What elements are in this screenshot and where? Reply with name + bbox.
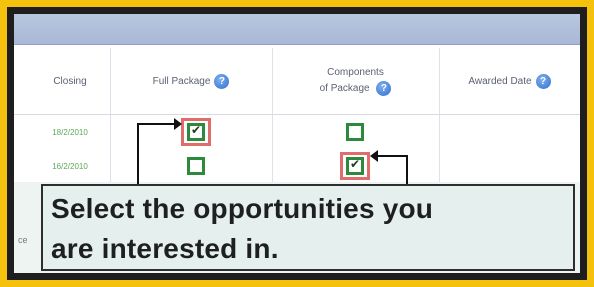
column-header-closing[interactable]: Closing [30, 48, 110, 114]
help-icon[interactable]: ? [214, 73, 230, 89]
annotation-arrow-shaft [137, 123, 177, 125]
arrow-left-icon [370, 150, 378, 162]
column-header-full-package[interactable]: Full Package ? [110, 48, 272, 114]
callout-line-1: Select the opportunities you [51, 193, 434, 224]
callout-line-2: are interested in. [51, 233, 279, 264]
annotation-arrow-shaft [137, 123, 139, 186]
truncated-label: ce [18, 235, 28, 245]
column-header-components-line2: of Package [319, 82, 370, 94]
table-row: 16/2/2010 [14, 149, 580, 184]
instruction-callout: Select the opportunities you are interes… [41, 184, 575, 271]
column-header-full-package-label: Full Package [152, 75, 211, 87]
column-header-components-line1: Components [327, 66, 384, 78]
annotation-arrow-shaft [376, 155, 408, 157]
arrow-right-icon [174, 118, 182, 130]
full-package-checkbox[interactable] [187, 123, 205, 141]
components-checkbox[interactable] [346, 123, 364, 141]
table-header-row: Closing Full Package ? Components of Pac… [14, 48, 580, 115]
closing-date: 16/2/2010 [52, 161, 88, 171]
help-icon[interactable]: ? [535, 73, 551, 89]
column-header-closing-label: Closing [53, 75, 87, 87]
annotation-arrow-shaft [406, 155, 408, 186]
table-title-bar [14, 14, 580, 45]
help-icon[interactable]: ? [376, 80, 392, 96]
components-checkbox[interactable] [346, 157, 364, 175]
closing-date: 18/2/2010 [52, 127, 88, 137]
table-row: 18/2/2010 [14, 115, 580, 150]
column-header-components-of-package[interactable]: Components of Package ? [272, 48, 439, 114]
column-header-awarded-date-label: Awarded Date [468, 75, 532, 87]
column-header-awarded-date[interactable]: Awarded Date ? [439, 48, 580, 114]
full-package-checkbox[interactable] [187, 157, 205, 175]
application-screen: Closing Full Package ? Components of Pac… [14, 14, 580, 273]
